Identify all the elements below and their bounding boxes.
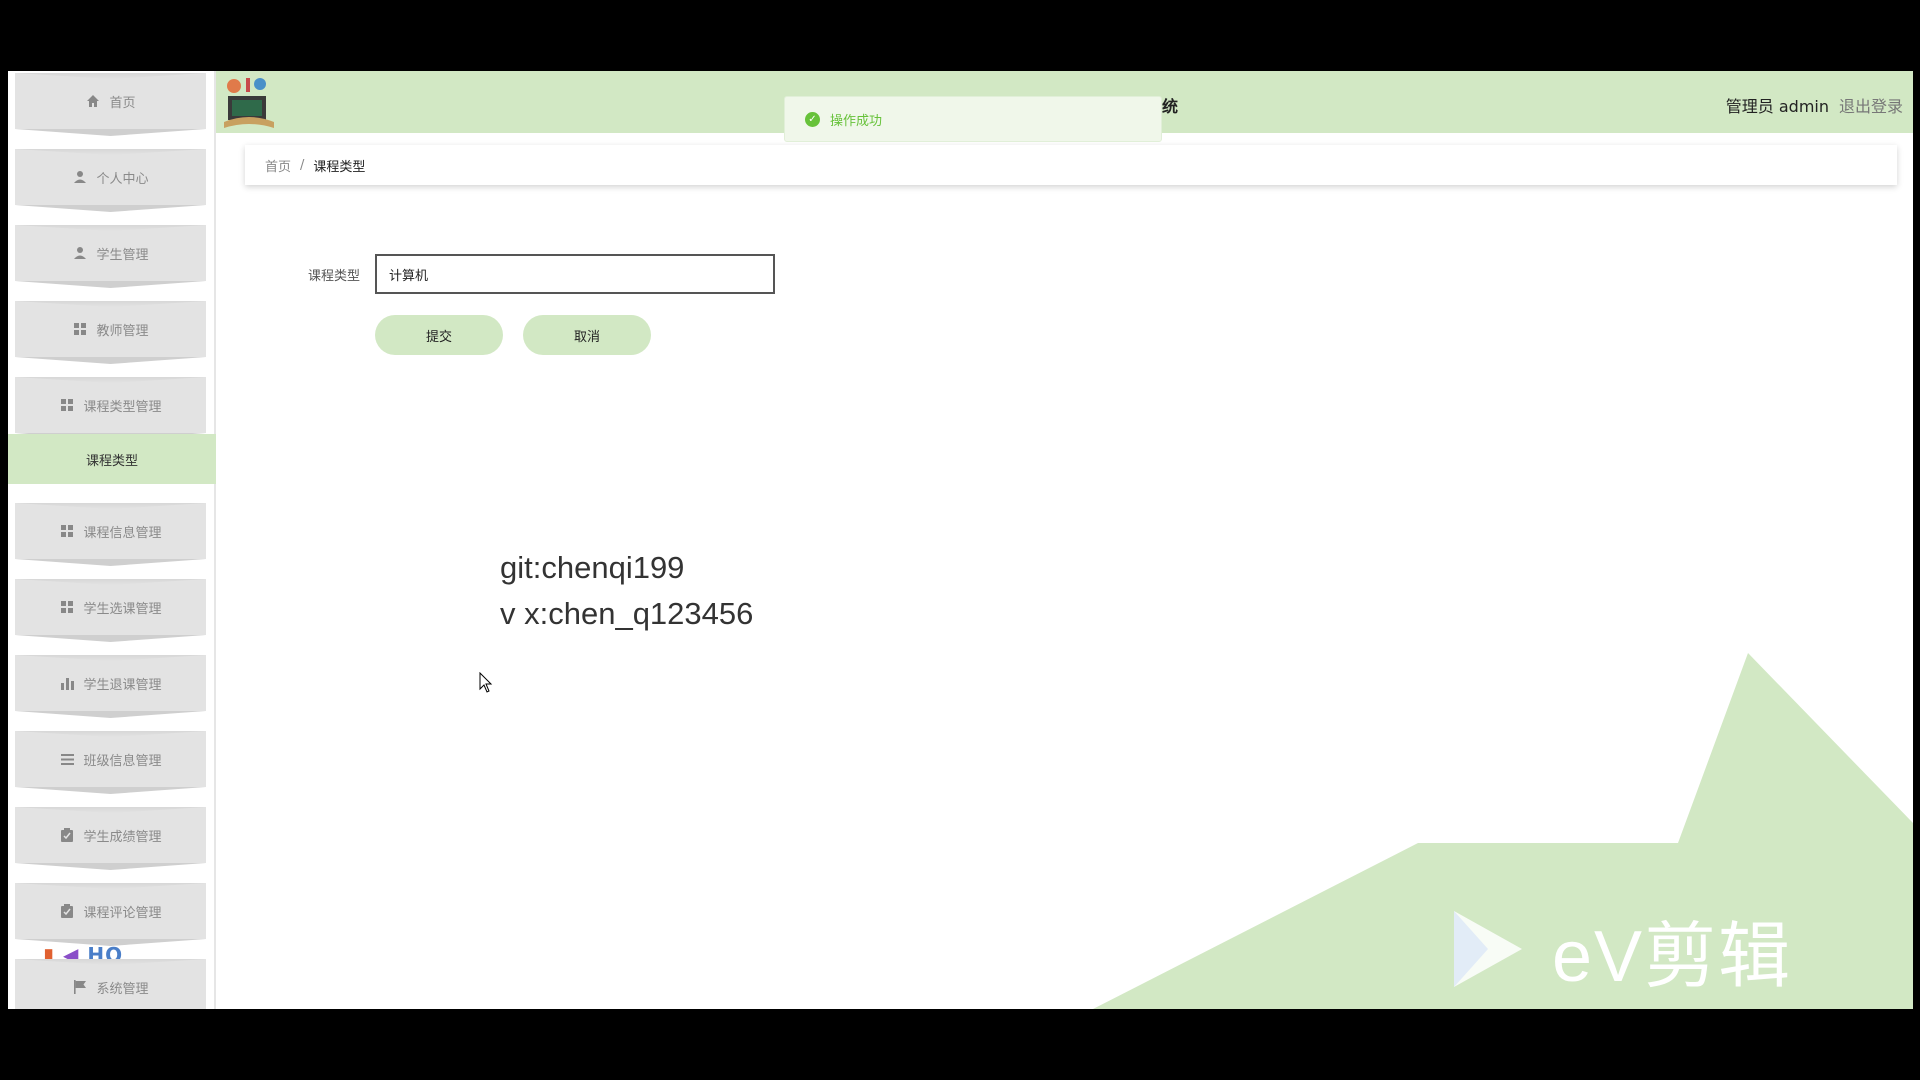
sidebar-item-course-selection[interactable]: 学生选课管理 — [15, 579, 206, 635]
flag-icon — [72, 979, 88, 995]
toast-message: 操作成功 — [830, 113, 883, 129]
submenu-course-type[interactable]: 课程类型 — [8, 434, 216, 484]
breadcrumb-current: 课程类型 — [313, 159, 366, 175]
grid-icon — [72, 321, 88, 337]
sidebar-item-label: 课程类型管理 — [83, 399, 162, 415]
play-icon — [1454, 911, 1522, 987]
sidebar-item-label: 课程信息管理 — [83, 525, 162, 541]
clipboard-icon — [59, 903, 75, 919]
submit-button[interactable]: 提交 — [375, 315, 503, 355]
breadcrumb-separator: / — [300, 157, 305, 173]
sidebar-item-system[interactable]: 系统管理 — [15, 959, 206, 1009]
sidebar-item-course-types[interactable]: 课程类型管理 — [15, 377, 206, 433]
logout-link[interactable]: 退出登录 — [1839, 93, 1903, 117]
bar-chart-icon — [59, 675, 75, 691]
sidebar-item-course-info[interactable]: 课程信息管理 — [15, 503, 206, 559]
ev-logo-text: eV剪辑 — [1552, 916, 1793, 997]
sidebar: 首页 个人中心 学生管理 教师管理 课程类型管理 课程类型 课程信息管理 学生选… — [8, 71, 216, 1009]
course-type-input[interactable] — [375, 254, 775, 294]
clipboard-icon — [59, 827, 75, 843]
sidebar-item-label: 学生成绩管理 — [83, 829, 162, 845]
cancel-button[interactable]: 取消 — [523, 315, 651, 355]
sidebar-item-label: 学生退课管理 — [83, 677, 162, 693]
background-decoration — [1093, 653, 1913, 1009]
sidebar-item-label: 学生选课管理 — [83, 601, 162, 617]
app-logo — [220, 74, 278, 130]
sidebar-item-label: 学生管理 — [96, 247, 149, 263]
breadcrumb: 首页 / 课程类型 — [245, 145, 1897, 185]
sidebar-item-teachers[interactable]: 教师管理 — [15, 301, 206, 357]
grid-icon — [59, 599, 75, 615]
sidebar-item-label: 首页 — [109, 95, 136, 111]
submenu-label: 课程类型 — [85, 453, 138, 469]
app-window: 首页 个人中心 学生管理 教师管理 课程类型管理 课程类型 课程信息管理 学生选… — [8, 71, 1913, 1009]
sidebar-item-grades[interactable]: 学生成绩管理 — [15, 807, 206, 863]
grid-icon — [59, 397, 75, 413]
watermark-line-2: v x:chen_q123456 — [500, 596, 754, 631]
user-info: 管理员 admin — [1725, 97, 1829, 116]
watermark-text: git:chenqi199 v x:chen_q123456 — [500, 545, 753, 637]
sidebar-item-label: 教师管理 — [96, 323, 149, 339]
user-icon — [72, 245, 88, 261]
sidebar-item-course-drop[interactable]: 学生退课管理 — [15, 655, 206, 711]
ev-watermark-logo: eV剪辑 — [1448, 904, 1848, 997]
sidebar-item-home[interactable]: 首页 — [15, 73, 206, 129]
list-icon — [59, 751, 75, 767]
sidebar-item-class-info[interactable]: 班级信息管理 — [15, 731, 206, 787]
grid-icon — [59, 523, 75, 539]
check-circle-icon: ✓ — [805, 111, 820, 127]
sidebar-item-students[interactable]: 学生管理 — [15, 225, 206, 281]
user-icon — [72, 169, 88, 185]
sidebar-item-label: 个人中心 — [96, 171, 149, 187]
sidebar-item-label: 系统管理 — [96, 981, 149, 997]
sidebar-item-profile[interactable]: 个人中心 — [15, 149, 206, 205]
home-icon — [85, 93, 101, 109]
sidebar-item-comments[interactable]: 课程评论管理 — [15, 883, 206, 939]
mouse-cursor-icon — [479, 672, 493, 693]
success-toast: ✓ 操作成功 — [784, 96, 1162, 142]
sidebar-item-label: 班级信息管理 — [83, 753, 162, 769]
watermark-line-1: git:chenqi199 — [500, 550, 685, 585]
breadcrumb-home[interactable]: 首页 — [265, 156, 291, 175]
course-type-label: 课程类型 — [308, 269, 361, 284]
sidebar-item-label: 课程评论管理 — [83, 905, 162, 921]
